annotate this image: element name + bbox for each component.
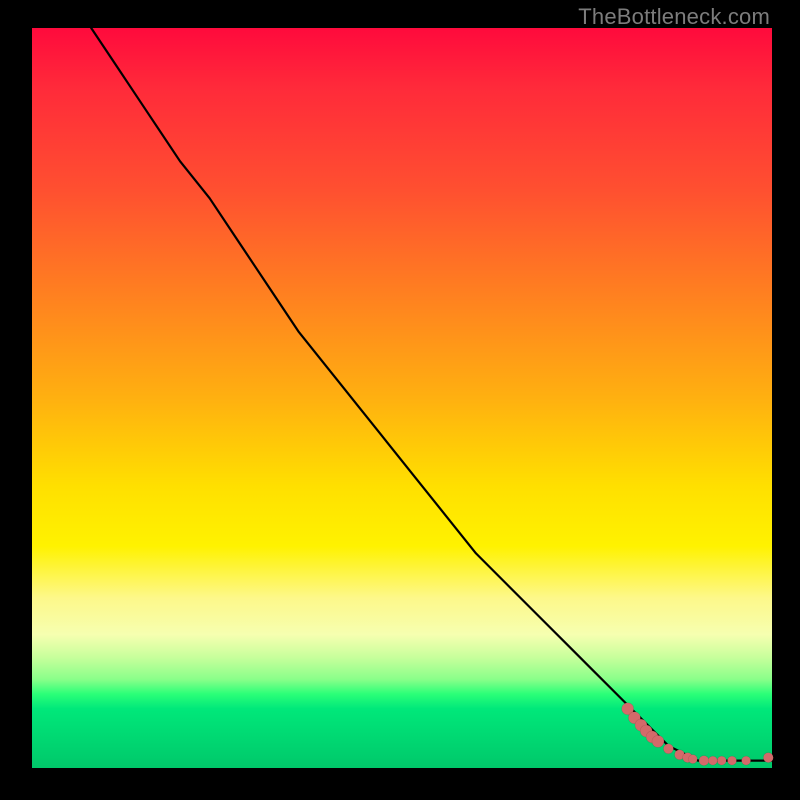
highlight-point (708, 756, 717, 765)
highlight-point (728, 756, 737, 765)
highlight-point (742, 756, 751, 765)
chart-svg (32, 28, 772, 768)
highlight-point (717, 756, 726, 765)
highlight-point (663, 744, 673, 754)
plot-area (32, 28, 772, 768)
highlight-point (763, 753, 773, 763)
watermark-text: TheBottleneck.com (578, 4, 770, 30)
highlight-point (699, 756, 709, 766)
bottleneck-curve (91, 28, 772, 761)
chart-frame: TheBottleneck.com (0, 0, 800, 800)
highlight-point (688, 755, 697, 764)
highlight-point (652, 735, 664, 747)
highlight-points (622, 703, 774, 766)
